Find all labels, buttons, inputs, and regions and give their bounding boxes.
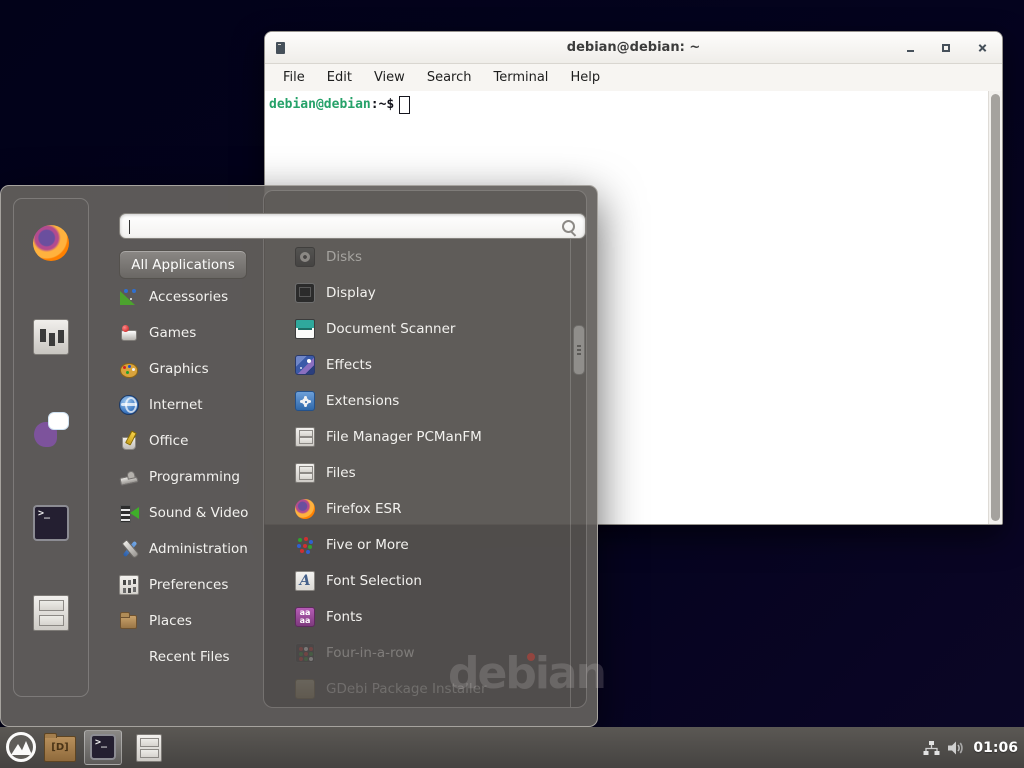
menu-item-search[interactable]: Search (416, 70, 483, 85)
app-item-four-in-a-row[interactable]: Four-in-a-row (264, 635, 571, 671)
menu-item-terminal[interactable]: Terminal (482, 70, 559, 85)
system-tray: 01:06 (923, 727, 1018, 768)
menu-item-help[interactable]: Help (559, 70, 611, 85)
office-icon (119, 431, 139, 451)
four-in-a-row-icon (295, 643, 315, 663)
pidgin-icon[interactable] (33, 412, 69, 448)
app-item-display[interactable]: Display (264, 275, 571, 311)
programming-icon (119, 467, 139, 487)
app-item-document-scanner[interactable]: Document Scanner (264, 311, 571, 347)
firefox-icon[interactable] (33, 225, 69, 261)
application-menu: Disks Display Document Scanner Effects E… (0, 185, 598, 727)
app-item-files[interactable]: Files (264, 455, 571, 491)
window-controls (902, 32, 990, 63)
menu-item-file[interactable]: File (272, 70, 316, 85)
places-icon (119, 611, 139, 631)
terminal-scrollbar[interactable] (988, 91, 1002, 524)
app-item-firefox-esr[interactable]: Firefox ESR (264, 491, 571, 527)
search-icon (562, 220, 575, 233)
settings-mixer-icon[interactable] (33, 319, 69, 355)
window-title: debian@debian: ~ (265, 40, 1002, 55)
category-item-office[interactable]: Office (119, 423, 269, 459)
search-input[interactable] (128, 214, 562, 238)
category-item-administration[interactable]: Administration (119, 531, 269, 567)
menu-logo-icon[interactable] (6, 732, 36, 762)
taskbar: 01:06 (0, 727, 1024, 768)
category-item-internet[interactable]: Internet (119, 387, 269, 423)
firefox-icon (295, 499, 315, 519)
file-cabinet-icon[interactable] (33, 595, 69, 631)
app-item-five-or-more[interactable]: Five or More (264, 527, 571, 563)
terminal-icon[interactable] (33, 505, 69, 541)
terminal-menubar: File Edit View Search Terminal Help (265, 64, 1002, 91)
category-item-places[interactable]: Places (119, 603, 269, 639)
effects-icon (295, 355, 315, 375)
all-applications-button[interactable]: All Applications (119, 250, 247, 279)
app-item-gdebi-package-installer[interactable]: GDebi Package Installer (264, 671, 571, 707)
prompt-path: :~$ (371, 97, 394, 112)
preferences-icon (119, 575, 139, 595)
minimize-icon[interactable] (902, 40, 918, 56)
administration-icon (119, 539, 139, 559)
display-icon (295, 283, 315, 303)
menu-item-edit[interactable]: Edit (316, 70, 363, 85)
app-item-font-selection[interactable]: Font Selection (264, 563, 571, 599)
disks-icon (295, 247, 315, 267)
desktop: debian debian@debian: ~ File Edit View S… (0, 0, 1024, 768)
accessories-icon (119, 287, 139, 307)
file-cabinet-icon (295, 427, 315, 447)
shell-prompt: debian@debian:~$ (269, 96, 998, 113)
app-item-extensions[interactable]: Extensions (264, 383, 571, 419)
fonts-icon (295, 607, 315, 627)
games-icon (119, 323, 139, 343)
text-caret (129, 220, 130, 234)
category-item-accessories[interactable]: Accessories (119, 279, 269, 315)
category-item-graphics[interactable]: Graphics (119, 351, 269, 387)
terminal-titlebar[interactable]: debian@debian: ~ (265, 32, 1002, 64)
network-icon[interactable] (923, 740, 940, 756)
clock[interactable]: 01:06 (973, 740, 1018, 756)
terminal-taskbar-button[interactable] (84, 730, 122, 765)
search-box[interactable] (119, 213, 586, 239)
category-item-sound-video[interactable]: Sound & Video (119, 495, 269, 531)
file-cabinet-icon (295, 463, 315, 483)
document-scanner-icon (295, 319, 315, 339)
category-item-recent-files[interactable]: Recent Files (119, 639, 269, 675)
category-list: Accessories Games Graphics Internet Offi… (119, 279, 269, 675)
app-item-fonts[interactable]: Fonts (264, 599, 571, 635)
app-item-file-manager-pcmanfm[interactable]: File Manager PCManFM (264, 419, 571, 455)
internet-icon (119, 395, 139, 415)
terminal-cursor (399, 96, 410, 114)
app-item-disks[interactable]: Disks (264, 239, 571, 275)
folder-launcher-icon[interactable] (44, 736, 76, 762)
terminal-scrollbar-thumb[interactable] (991, 94, 1000, 521)
maximize-icon[interactable] (938, 40, 954, 56)
gdebi-icon (295, 679, 315, 699)
sound-video-icon (119, 503, 139, 523)
extensions-icon (295, 391, 315, 411)
font-selection-icon (295, 571, 315, 591)
five-or-more-icon (295, 535, 315, 555)
applications-scrollbar[interactable] (570, 235, 586, 707)
volume-icon[interactable] (947, 740, 966, 756)
category-item-preferences[interactable]: Preferences (119, 567, 269, 603)
applications-scrollbar-thumb[interactable] (573, 325, 585, 375)
menu-item-view[interactable]: View (363, 70, 416, 85)
prompt-user-host: debian@debian (269, 97, 371, 112)
favorites-column (13, 198, 89, 697)
category-item-games[interactable]: Games (119, 315, 269, 351)
window-menu-icon[interactable] (276, 42, 285, 54)
terminal-icon (90, 734, 116, 760)
files-launcher-icon[interactable] (136, 734, 162, 762)
app-item-effects[interactable]: Effects (264, 347, 571, 383)
applications-panel: Disks Display Document Scanner Effects E… (263, 190, 587, 708)
applications-list: Disks Display Document Scanner Effects E… (264, 239, 571, 707)
graphics-icon (119, 359, 139, 379)
category-item-programming[interactable]: Programming (119, 459, 269, 495)
close-icon[interactable] (974, 40, 990, 56)
